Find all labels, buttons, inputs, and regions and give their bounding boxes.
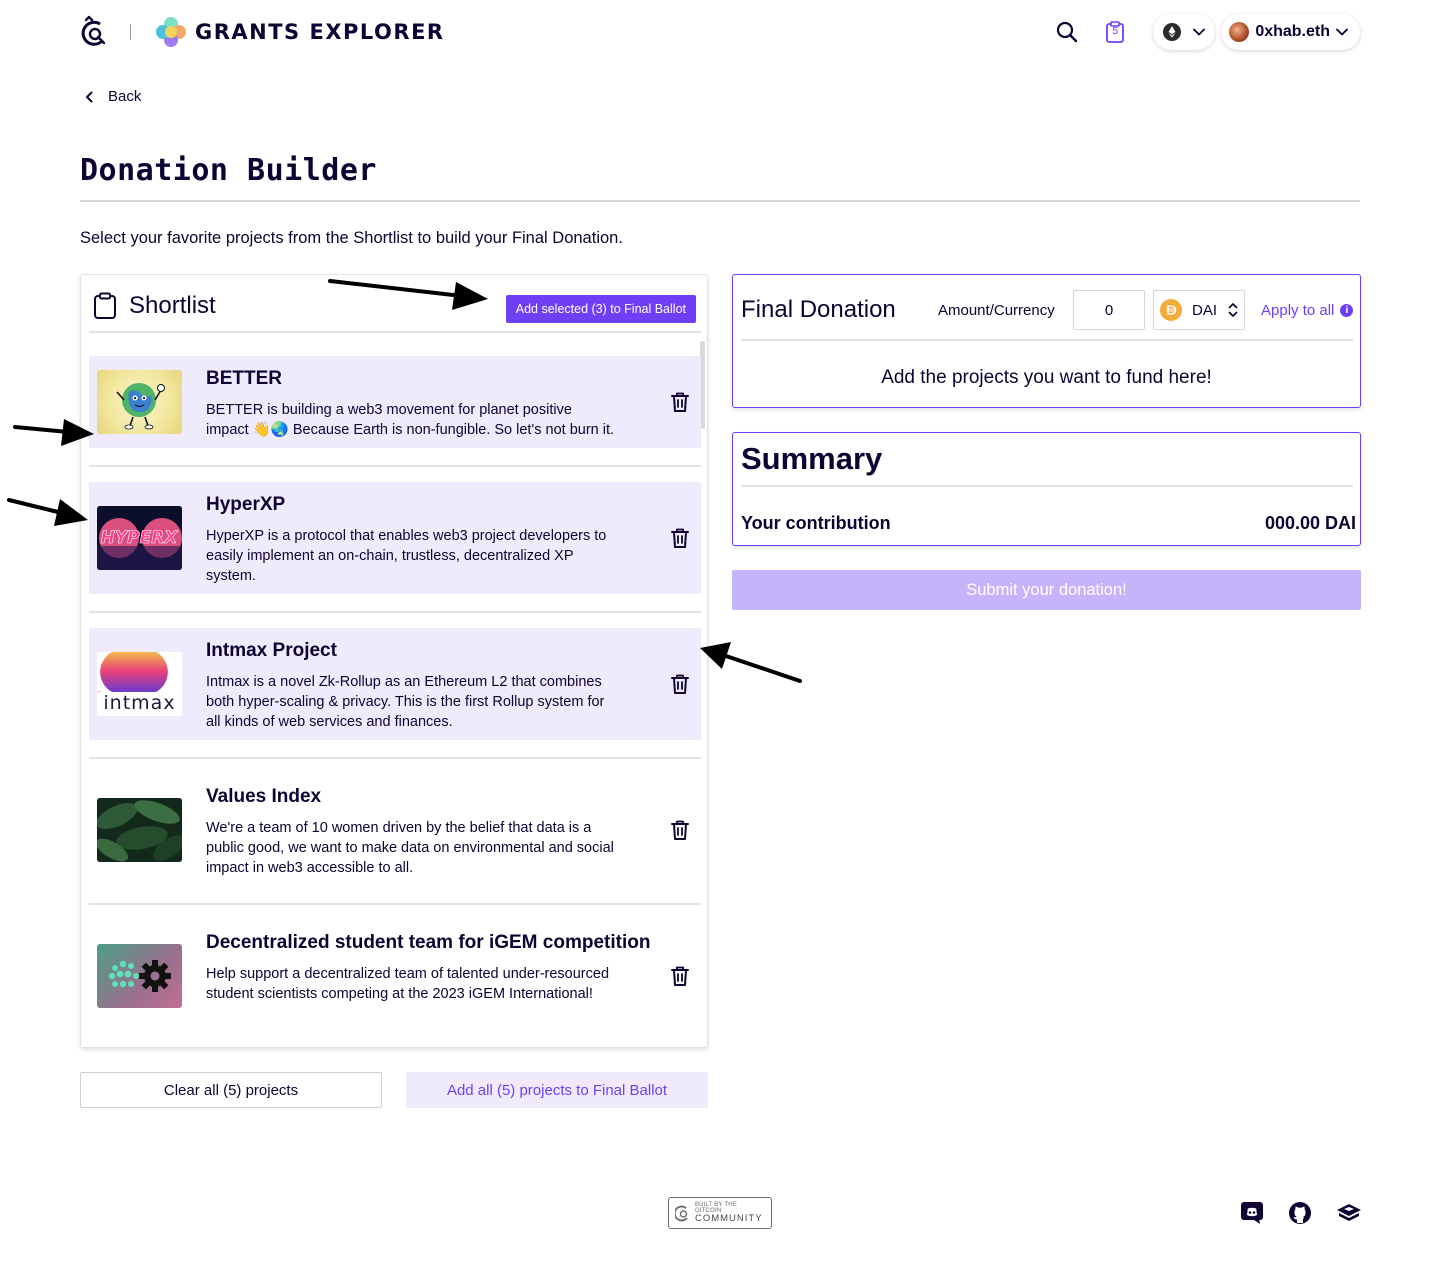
trash-icon[interactable] [669, 527, 691, 549]
account-name: 0xhab.eth [1255, 23, 1330, 40]
project-title: Values Index [206, 786, 322, 807]
clipboard-icon [94, 292, 116, 319]
summary-title: Summary [741, 441, 883, 476]
currency-select[interactable]: DAI [1153, 290, 1245, 330]
project-description: Help support a decentralized team of tal… [206, 966, 610, 1002]
shortlist-item-better[interactable]: BETTER BETTER is building a web3 movemen… [89, 356, 701, 448]
row-divider [89, 757, 701, 759]
top-navigation-bar: GRANTS EXPLORER 5 0xhab.eth [80, 14, 1360, 50]
row-divider [89, 903, 701, 905]
logo-separator [130, 24, 131, 40]
ethereum-icon [1163, 23, 1182, 41]
discord-icon[interactable] [1240, 1201, 1264, 1225]
cart-count: 5 [1112, 26, 1119, 37]
project-image-igem [97, 944, 182, 1008]
submit-donation-button[interactable]: Submit your donation! [732, 570, 1361, 610]
project-title: BETTER [206, 368, 282, 389]
chevron-up-down-icon [1228, 303, 1238, 317]
contribution-value: 000.00 DAI [1264, 513, 1356, 533]
final-donation-panel: Final Donation Amount/Currency DAI Apply… [732, 274, 1361, 408]
shortlist-panel: Shortlist Add selected (3) to Final Ball… [80, 274, 708, 1048]
grants-flower-icon [155, 16, 187, 48]
project-image-values-index [97, 798, 182, 862]
amount-input[interactable] [1073, 290, 1145, 330]
trash-icon[interactable] [669, 673, 691, 695]
network-selector[interactable] [1153, 14, 1215, 50]
row-divider [89, 465, 701, 467]
dai-icon [1160, 299, 1182, 321]
search-icon[interactable] [1051, 16, 1083, 48]
project-title: HyperXP [206, 494, 286, 515]
trash-icon[interactable] [669, 819, 691, 841]
project-description: Intmax is a novel Zk-Rollup as an Ethere… [206, 674, 605, 730]
page-subtitle: Select your favorite projects from the S… [80, 229, 623, 247]
row-divider [89, 611, 701, 613]
final-donation-title: Final Donation [741, 296, 896, 323]
project-description: HyperXP is a protocol that enables web3 … [206, 528, 607, 584]
project-image-better [97, 370, 182, 434]
trash-icon[interactable] [669, 965, 691, 987]
shortlist-item-igem[interactable]: Decentralized student team for iGEM comp… [89, 920, 701, 1032]
info-icon[interactable]: i [1340, 304, 1354, 317]
final-donation-empty-message: Add the projects you want to fund here! [881, 367, 1212, 388]
final-donation-divider [741, 339, 1353, 341]
built-by-gitcoin-badge[interactable]: BUILT BY THE GITCOIN COMMUNITY [668, 1197, 772, 1229]
back-label: Back [108, 88, 142, 105]
title-divider [80, 200, 1360, 202]
apply-to-all-link[interactable]: Apply to all i [1261, 302, 1354, 319]
project-description: BETTER is building a web3 movement for p… [206, 402, 615, 438]
chevron-left-icon [86, 91, 93, 102]
shortlist-divider [89, 331, 701, 333]
add-all-button[interactable]: Add all (5) projects to Final Ballot [406, 1072, 708, 1108]
badge-big-text: COMMUNITY [694, 1213, 763, 1225]
summary-divider [741, 485, 1353, 487]
gitcoin-logo-icon [675, 1205, 688, 1222]
header-actions: 5 0xhab.eth [1051, 14, 1360, 50]
github-icon[interactable] [1288, 1201, 1312, 1225]
back-link[interactable]: Back [84, 88, 141, 105]
currency-label: DAI [1192, 301, 1218, 319]
project-image-intmax: intmax [97, 652, 182, 716]
avatar [1229, 22, 1250, 42]
footer-social-links [1240, 1200, 1362, 1226]
amount-currency-label: Amount/Currency [938, 302, 1055, 319]
add-selected-button[interactable]: Add selected (3) to Final Ballot [505, 295, 696, 323]
page-title: Donation Builder [80, 153, 377, 188]
apply-to-all-label: Apply to all [1261, 302, 1335, 319]
shortlist-item-values-index[interactable]: Values Index We're a team of 10 women dr… [89, 774, 701, 886]
contribution-label: Your contribution [741, 513, 891, 533]
svg-text:HYPERX: HYPERX [101, 528, 179, 548]
project-title: Intmax Project [206, 640, 337, 661]
project-title: Decentralized student team for iGEM comp… [206, 932, 651, 953]
shortlist-item-intmax[interactable]: intmax Intmax Project Intmax is a novel … [89, 628, 701, 740]
shortlist-item-hyperxp[interactable]: HYPERX HyperXP HyperXP is a protocol tha… [89, 482, 701, 594]
badge-text: BUILT BY THE GITCOIN COMMUNITY [695, 1202, 765, 1224]
docs-icon[interactable] [1336, 1201, 1362, 1225]
trash-icon[interactable] [669, 391, 691, 413]
intmax-logo-text: intmax [103, 692, 176, 714]
project-image-hyperxp: HYPERX [97, 506, 182, 570]
clipboard-cart-button[interactable]: 5 [1099, 16, 1131, 48]
clear-all-button[interactable]: Clear all (5) projects [80, 1072, 382, 1108]
chevron-down-icon [1193, 28, 1206, 36]
summary-panel: Summary Your contribution 000.00 DAI [732, 432, 1361, 546]
project-description: We're a team of 10 women driven by the b… [206, 820, 614, 876]
shortlist-header: Shortlist Add selected (3) to Final Ball… [81, 275, 707, 333]
brand-title[interactable]: GRANTS EXPLORER [195, 20, 445, 44]
account-menu[interactable]: 0xhab.eth [1221, 14, 1360, 50]
shortlist-title: Shortlist [129, 292, 216, 319]
chevron-down-icon [1336, 28, 1348, 36]
gitcoin-logo-icon[interactable] [80, 15, 108, 49]
